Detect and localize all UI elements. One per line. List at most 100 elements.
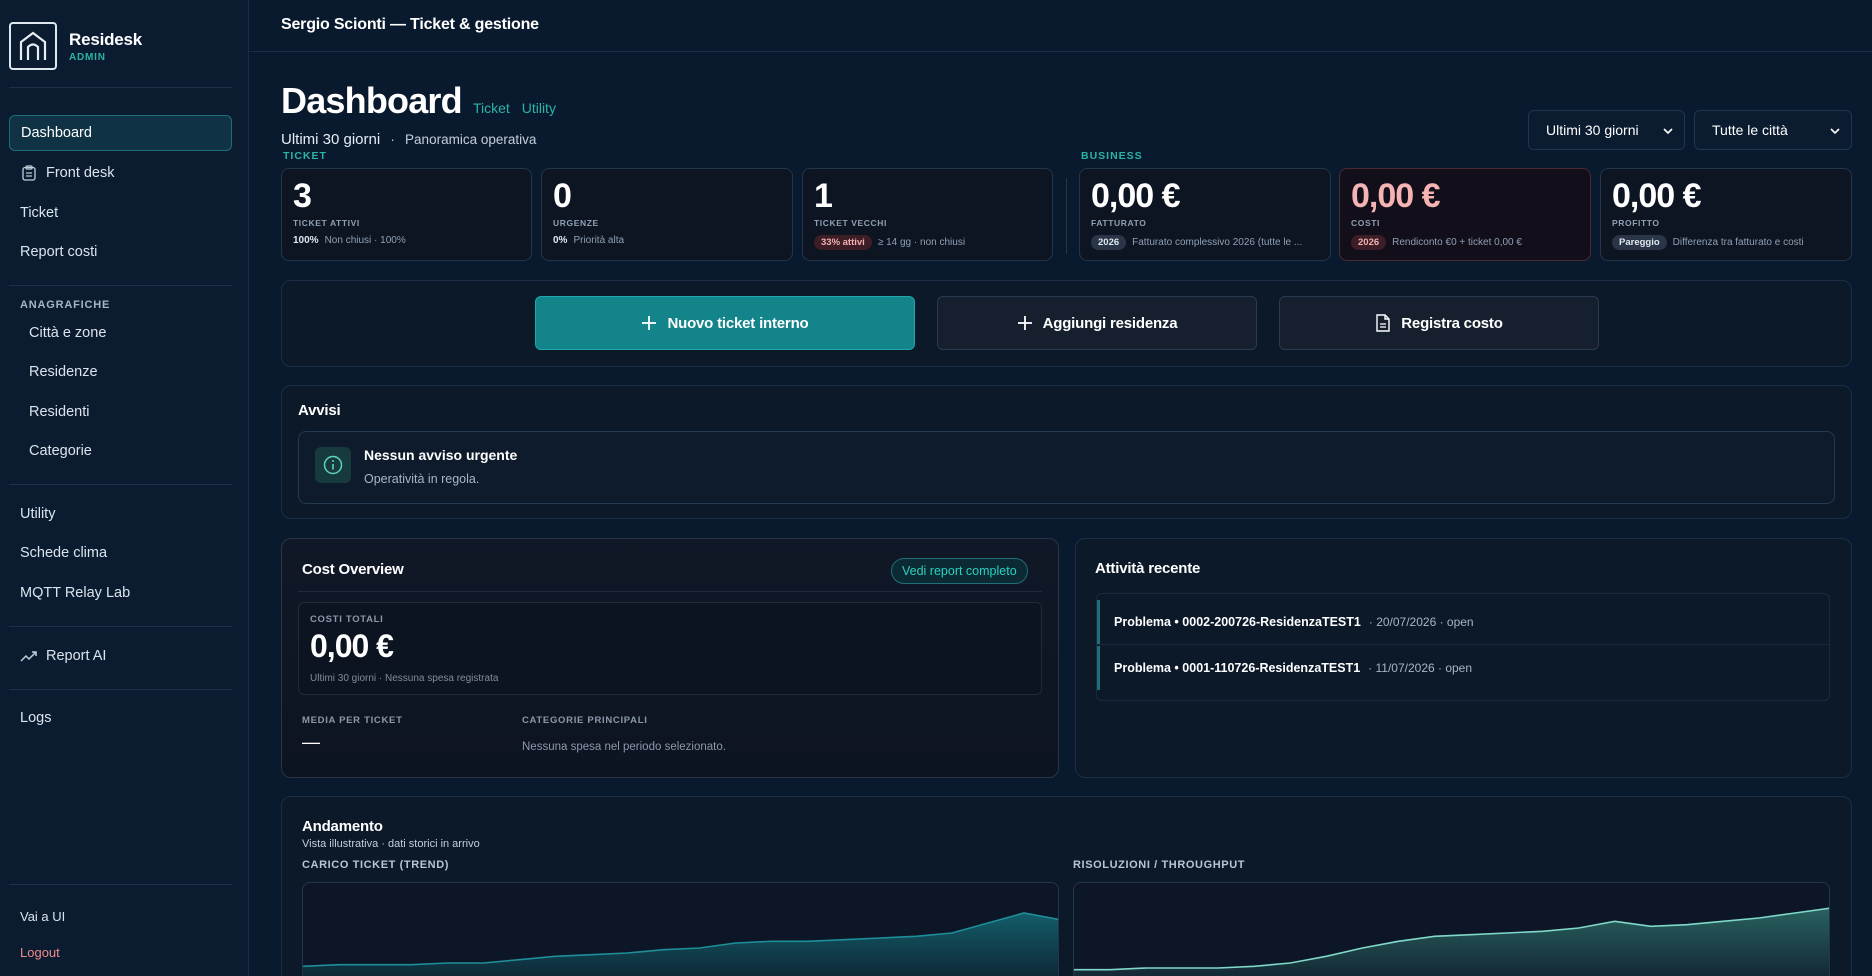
page-title: Dashboard — [281, 80, 463, 121]
list-item[interactable]: Problema • 0001-110726-ResidenzaTEST1 · … — [1097, 646, 1829, 690]
kpi-costi[interactable]: 0,00 € COSTI 2026 Rendiconto €0 + ticket… — [1339, 168, 1591, 261]
kpi-note: ≥ 14 gg · non chiusi — [877, 237, 966, 248]
kpi-percent: 0% — [553, 235, 568, 246]
sidebar-item-label: Schede clima — [20, 545, 108, 561]
document-icon — [1375, 314, 1391, 332]
divider — [9, 285, 232, 286]
add-residence-button[interactable]: Aggiungi residenza — [937, 296, 1257, 350]
utility-link[interactable]: Utility — [522, 100, 556, 116]
city-select[interactable]: Tutte le città — [1694, 110, 1852, 150]
divider — [9, 884, 232, 885]
kpi-foot: 2026 Fatturato complessivo 2026 (tutte l… — [1091, 235, 1322, 250]
chevron-down-icon — [1662, 124, 1674, 140]
year-badge: 2026 — [1091, 235, 1127, 250]
brand-role: ADMIN — [69, 51, 106, 63]
kpi-profitto[interactable]: 0,00 € PROFITTO Pareggio Differenza tra … — [1600, 168, 1852, 261]
house-logo-icon — [9, 22, 57, 70]
kpi-value: 0,00 € — [1612, 177, 1702, 215]
sidebar-item-categorie[interactable]: Categorie — [9, 433, 232, 469]
sidebar-item-front-desk[interactable]: Front desk — [9, 155, 232, 191]
sidebar-item-report-ai[interactable]: Report AI — [9, 638, 232, 674]
alert-text: Operatività in regola. — [364, 472, 480, 486]
kpi-note: Differenza tra fatturato e costi — [1672, 237, 1804, 248]
kpi-ticket-vecchi[interactable]: 1 TICKET VECCHI 33% attivi ≥ 14 gg · non… — [802, 168, 1053, 261]
list-item[interactable]: Problema • 0002-200726-ResidenzaTEST1 · … — [1097, 600, 1829, 644]
sidebar-item-label: Residenze — [29, 364, 98, 380]
activity-list: Problema • 0002-200726-ResidenzaTEST1 · … — [1096, 593, 1830, 701]
sidebar-item-citta-zone[interactable]: Città e zone — [9, 315, 232, 351]
activity-meta: · 20/07/2026 · open — [1368, 615, 1474, 629]
divider — [9, 689, 232, 690]
sidebar-item-ticket[interactable]: Ticket — [9, 195, 232, 231]
trend-title: Andamento — [302, 818, 383, 835]
sidebar-item-residenti[interactable]: Residenti — [9, 394, 232, 430]
kpi-value: 0 — [553, 177, 572, 215]
divider — [9, 484, 232, 485]
activity-meta: · 11/07/2026 · open — [1368, 661, 1473, 675]
logout-link[interactable]: Logout — [9, 934, 232, 970]
recent-activity-title: Attività recente — [1095, 560, 1201, 577]
avg-ticket-value: — — [302, 732, 320, 752]
kpi-ticket-attivi[interactable]: 3 TICKET ATTIVI 100% Non chiusi · 100% — [281, 168, 532, 261]
sidebar-item-label: Città e zone — [29, 325, 107, 341]
kpi-foot: 0% Priorità alta — [553, 235, 784, 246]
kpi-label: TICKET VECCHI — [814, 218, 887, 228]
alerts-title: Avvisi — [298, 402, 341, 419]
chart-risoluzioni — [1073, 882, 1830, 976]
alert-title: Nessun avviso urgente — [364, 447, 518, 463]
sidebar-item-schede-clima[interactable]: Schede clima — [9, 535, 232, 571]
plus-icon — [641, 315, 657, 331]
cost-total-value: 0,00 € — [310, 628, 394, 664]
chevron-down-icon — [1829, 124, 1841, 140]
series-area — [1074, 908, 1829, 976]
vai-a-ui-link[interactable]: Vai a UI — [9, 898, 232, 934]
topbar: Sergio Scionti — Ticket & gestione — [249, 0, 1872, 52]
page-subtitle: Ultimi 30 giorni · Panoramica operativa — [281, 131, 536, 148]
trending-up-icon — [20, 647, 38, 665]
divider — [9, 87, 232, 88]
new-ticket-label: Nuovo ticket interno — [667, 314, 809, 332]
kpi-note: Non chiusi · 100% — [324, 235, 406, 246]
sidebar-item-residenze[interactable]: Residenze — [9, 354, 232, 390]
kpi-label: TICKET ATTIVI — [293, 218, 360, 228]
sidebar: Residesk ADMIN Dashboard Front desk Tick… — [0, 0, 249, 976]
sidebar-item-label: Utility — [20, 506, 56, 522]
sidebar-item-utility[interactable]: Utility — [9, 496, 232, 532]
sidebar-item-label: Ticket — [20, 205, 59, 221]
kpi-value: 1 — [814, 177, 833, 215]
ticket-link[interactable]: Ticket — [473, 100, 510, 116]
sidebar-item-mqtt-relay-lab[interactable]: MQTT Relay Lab — [9, 575, 232, 611]
period-text: Ultimi 30 giorni — [281, 131, 381, 148]
kpi-note: Fatturato complessivo 2026 (tutte le ... — [1132, 237, 1303, 248]
separator: · — [390, 132, 395, 147]
section-ticket-label: TICKET — [283, 150, 327, 162]
divider — [298, 591, 1042, 592]
kpi-value: 3 — [293, 177, 312, 215]
full-report-link[interactable]: Vedi report completo — [891, 558, 1028, 584]
kpi-urgenze[interactable]: 0 URGENZE 0% Priorità alta — [541, 168, 793, 261]
kpi-foot: Pareggio Differenza tra fatturato e cost… — [1612, 235, 1843, 250]
kpi-value: 0,00 € — [1091, 177, 1181, 215]
activity-title: Problema • 0001-110726-ResidenzaTEST1 — [1114, 661, 1361, 675]
period-select[interactable]: Ultimi 30 giorni — [1528, 110, 1685, 150]
trend-subtitle: Vista illustrativa · dati storici in arr… — [302, 838, 480, 850]
sidebar-item-label: Dashboard — [21, 125, 92, 141]
cost-overview-title: Cost Overview — [302, 561, 404, 578]
section-anagrafiche: ANAGRAFICHE — [20, 299, 111, 311]
main-categories-label: CATEGORIE PRINCIPALI — [522, 715, 648, 726]
chart1-svg — [303, 912, 1058, 976]
sidebar-item-logs[interactable]: Logs — [9, 700, 232, 736]
vai-a-ui-label: Vai a UI — [20, 908, 66, 924]
period-select-value: Ultimi 30 giorni — [1546, 122, 1639, 138]
brand[interactable]: Residesk ADMIN — [9, 22, 142, 70]
main-categories-value: Nessuna spesa nel periodo selezionato. — [522, 741, 726, 753]
sidebar-item-report-costi[interactable]: Report costi — [9, 234, 232, 270]
info-icon — [315, 447, 351, 483]
new-ticket-button[interactable]: Nuovo ticket interno — [535, 296, 915, 350]
kpi-fatturato[interactable]: 0,00 € FATTURATO 2026 Fatturato compless… — [1079, 168, 1331, 261]
register-cost-button[interactable]: Registra costo — [1279, 296, 1599, 350]
divider — [1066, 178, 1067, 254]
chart2-svg — [1074, 907, 1829, 976]
title-links: Ticket Utility — [473, 100, 564, 116]
sidebar-item-dashboard[interactable]: Dashboard — [9, 115, 232, 151]
